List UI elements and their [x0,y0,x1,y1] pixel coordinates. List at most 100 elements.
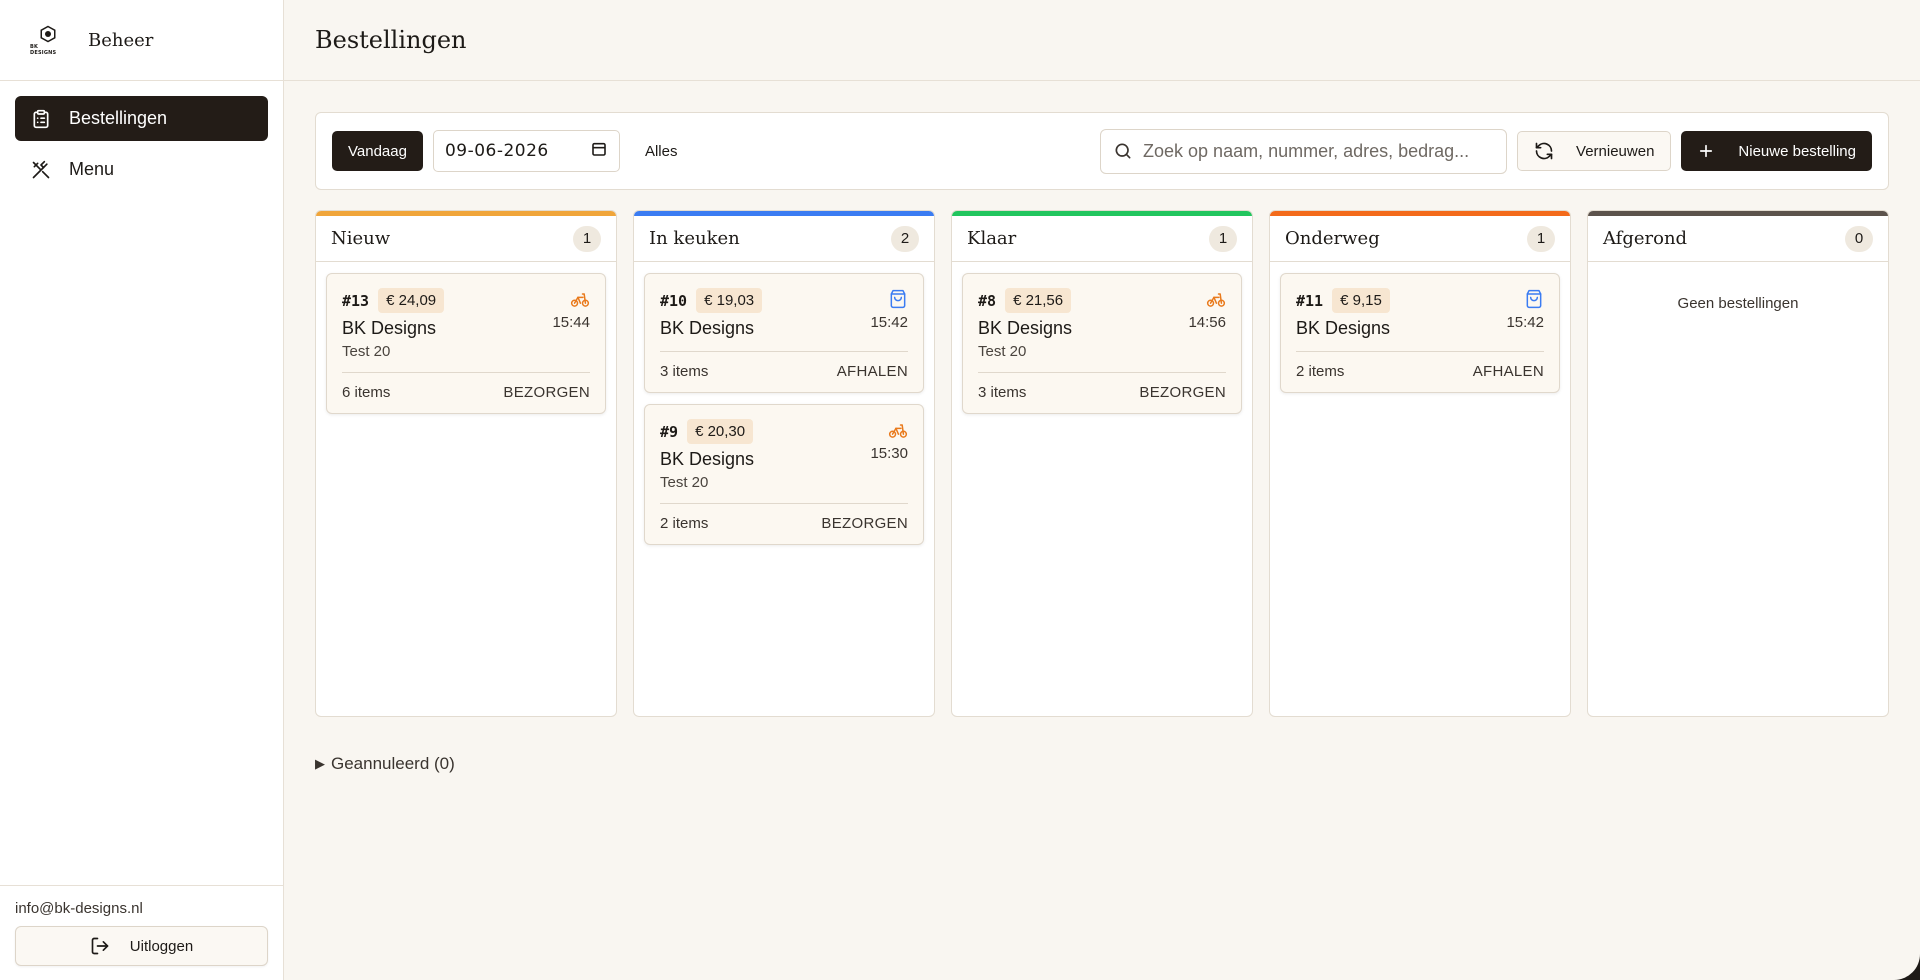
order-type: AFHALEN [836,363,908,380]
refresh-button[interactable]: Vernieuwen [1517,131,1672,171]
logo-hexagon-icon [40,25,56,42]
logout-button[interactable]: Uitloggen [15,926,268,966]
customer-address: Test 20 [978,343,1027,360]
today-button[interactable]: Vandaag [332,131,423,171]
order-card[interactable]: #10 € 19,03 15:42 BK Designs 3 items AFHALEN [644,273,924,393]
cancelled-toggle[interactable]: ▶ Geannuleerd (0) [315,754,455,774]
toolbar: Vandaag 09-06-2026 Alles Zoek op naam, n… [315,112,1889,190]
card-list: #8 € 21,56 14:56 BK Designs Test 20 3 items BE… [952,262,1252,436]
column-title: Afgerond [1603,228,1688,249]
logout-label: Uitloggen [129,937,194,955]
order-time: 15:42 [1506,314,1544,331]
user-email: info@bk-designs.nl [15,900,143,917]
sidebar: BK DESIGNS Beheer Bestellingen Menu info… [0,0,284,980]
column-header: In keuken 2 [634,216,934,262]
logo-text: BK DESIGNS [30,43,57,56]
order-number: #11 [1296,291,1324,310]
all-filter-button[interactable]: Alles [645,143,678,160]
column-klaar: Klaar 1 #8 € 21,56 14:56 BK Designs Test 20 3 i… [951,210,1253,717]
card-meta: 15:44 [552,289,590,331]
order-number: #9 [660,422,679,441]
order-type: AFHALEN [1472,363,1544,380]
plus-icon [1697,142,1715,160]
column-count-badge: 0 [1845,225,1873,252]
calendar-icon[interactable] [591,141,607,162]
order-card[interactable]: #11 € 9,15 15:42 BK Designs 2 items AFHALEN [1280,273,1560,393]
item-count: 2 items [1296,363,1345,380]
column-count-badge: 1 [573,225,601,252]
page-header: Bestellingen [284,0,1920,81]
clipboard-icon [31,109,51,129]
sidebar-nav: Bestellingen Menu [0,81,283,198]
card-list: #13 € 24,09 15:44 BK Designs Test 20 6 items B… [316,262,616,436]
column-nieuw: Nieuw 1 #13 € 24,09 15:44 BK Designs Test 20 6 … [315,210,617,717]
refresh-icon [1534,141,1554,161]
order-number: #10 [660,291,688,310]
order-price: € 24,09 [378,288,445,313]
column-title: Onderweg [1285,228,1380,249]
column-header: Afgerond 0 [1588,216,1888,262]
column-header: Onderweg 1 [1270,216,1570,262]
search-icon [1113,141,1133,161]
app-window: BK DESIGNS Beheer Bestellingen Menu info… [0,0,1920,980]
order-price: € 19,03 [696,288,763,313]
search-input[interactable]: Zoek op naam, nummer, adres, bedrag... [1100,128,1508,174]
item-count: 6 items [342,384,391,401]
bag-icon [888,289,908,309]
new-order-button[interactable]: Nieuwe bestelling [1681,131,1872,171]
card-footer: 2 items AFHALEN [1296,351,1544,380]
bike-icon [888,420,908,440]
order-type: BEZORGEN [1139,384,1226,401]
column-title: In keuken [649,228,740,249]
card-list: #10 € 19,03 15:42 BK Designs 3 items AFHALEN #… [634,262,934,567]
column-header: Klaar 1 [952,216,1252,262]
page-title: Bestellingen [315,26,467,54]
column-afgerond: Afgerond 0 Geen bestellingen [1587,210,1889,717]
refresh-label: Vernieuwen [1576,142,1655,160]
order-time: 15:30 [870,445,908,462]
item-count: 2 items [660,515,709,532]
card-footer: 6 items BEZORGEN [342,372,590,401]
card-footer: 2 items BEZORGEN [660,503,908,532]
column-onderweg: Onderweg 1 #11 € 9,15 15:42 BK Designs 2 items… [1269,210,1571,717]
sidebar-item-bestellingen[interactable]: Bestellingen [15,96,268,141]
column-count-badge: 2 [891,225,919,252]
brand-title: Beheer [88,29,154,51]
logo: BK DESIGNS [30,22,66,58]
bike-icon [570,289,590,309]
order-time: 14:56 [1188,314,1226,331]
utensils-icon [31,160,51,180]
order-card[interactable]: #13 € 24,09 15:44 BK Designs Test 20 6 items B… [326,273,606,414]
card-list: Geen bestellingen [1588,262,1888,323]
column-in-keuken: In keuken 2 #10 € 19,03 15:42 BK Designs 3 ite… [633,210,935,717]
order-card[interactable]: #9 € 20,30 15:30 BK Designs Test 20 2 items BE… [644,404,924,545]
card-meta: 15:30 [870,420,908,462]
column-title: Nieuw [331,228,391,249]
card-meta: 15:42 [1506,289,1544,331]
order-time: 15:44 [552,314,590,331]
customer-address: Test 20 [660,474,709,491]
order-type: BEZORGEN [503,384,590,401]
card-meta: 14:56 [1188,289,1226,331]
logout-icon [90,936,110,956]
order-board: Nieuw 1 #13 € 24,09 15:44 BK Designs Test 20 6 … [315,210,1889,717]
column-count-badge: 1 [1209,225,1237,252]
item-count: 3 items [660,363,709,380]
order-number: #8 [978,291,997,310]
sidebar-footer: info@bk-designs.nl Uitloggen [0,885,283,980]
order-card[interactable]: #8 € 21,56 14:56 BK Designs Test 20 3 items BE… [962,273,1242,414]
sidebar-item-menu[interactable]: Menu [15,147,268,192]
card-footer: 3 items BEZORGEN [978,372,1226,401]
order-number: #13 [342,291,370,310]
card-meta: 15:42 [870,289,908,331]
order-price: € 21,56 [1005,288,1072,313]
column-count-badge: 1 [1527,225,1555,252]
order-price: € 20,30 [687,419,754,444]
order-time: 15:42 [870,314,908,331]
empty-state: Geen bestellingen [1677,295,1799,312]
date-input[interactable]: 09-06-2026 [432,130,620,172]
column-title: Klaar [967,228,1017,249]
brand: BK DESIGNS Beheer [0,0,283,81]
cancelled-label: Geannuleerd (0) [331,754,455,773]
column-header: Nieuw 1 [316,216,616,262]
